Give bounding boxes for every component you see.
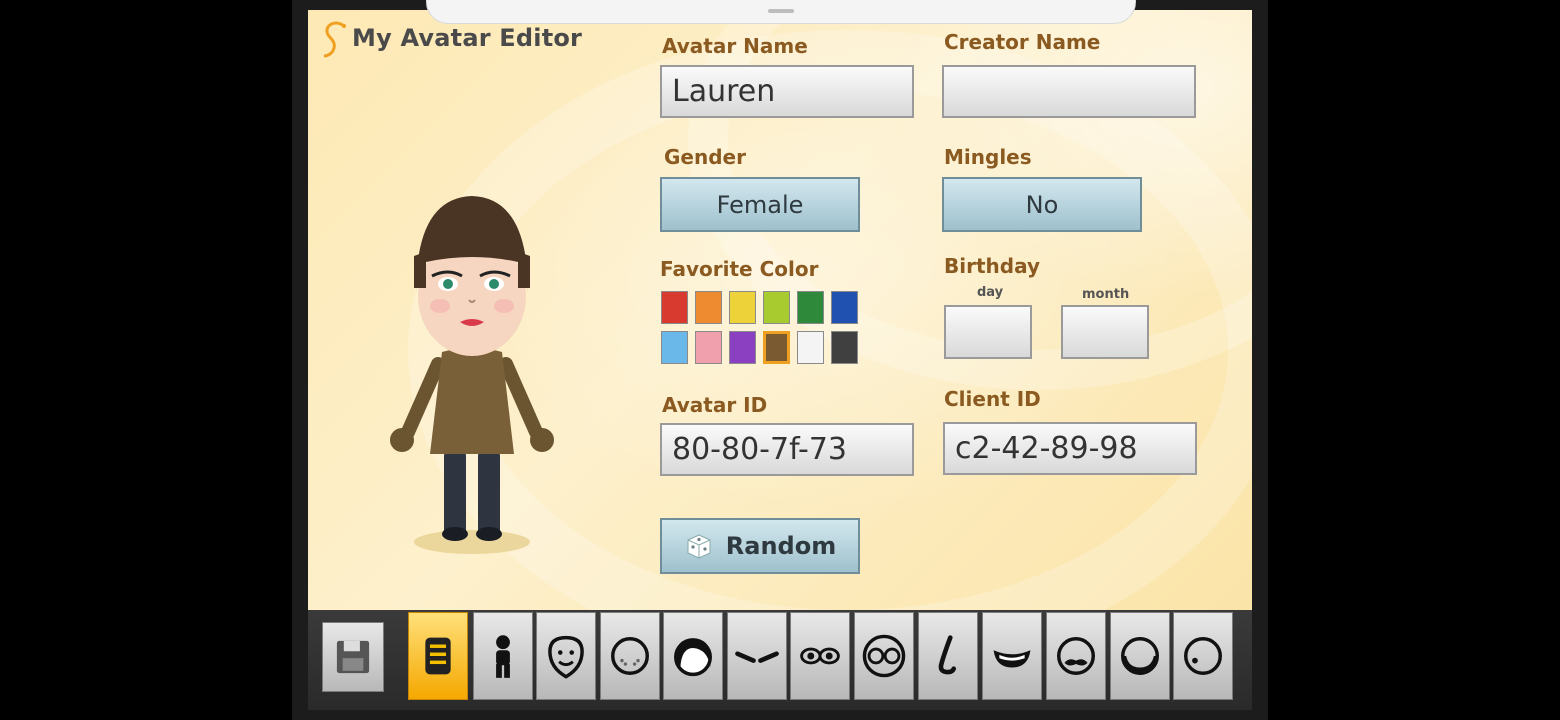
toolbar-tab-general-info[interactable] (408, 612, 468, 700)
creator-name-label: Creator Name (944, 30, 1101, 54)
color-swatch[interactable] (661, 291, 688, 324)
toolbar-tab-eyebrows[interactable] (727, 612, 787, 700)
beard-icon (1121, 637, 1159, 675)
logo-icon (323, 21, 346, 58)
toolbar-tab-glasses[interactable] (854, 612, 914, 700)
birthday-day-input[interactable] (944, 305, 1032, 359)
glasses-icon (862, 634, 906, 678)
toolbar-tab-eyes[interactable] (790, 612, 850, 700)
gender-toggle[interactable]: Female (660, 177, 860, 232)
eyebrows-icon (735, 651, 779, 663)
color-swatch[interactable] (763, 291, 790, 324)
face-shape-icon (548, 635, 584, 679)
color-swatch[interactable] (695, 331, 722, 364)
avatar-id-field[interactable]: 80-80-7f-73 (660, 423, 914, 476)
avatar-name-input[interactable]: Lauren (660, 65, 914, 118)
app-title-text: My Avatar Editor (352, 24, 583, 52)
toolbar-tab-hair[interactable] (663, 612, 723, 700)
gender-label: Gender (664, 145, 746, 169)
birthday-label: Birthday (944, 254, 1040, 278)
birthday-month-label: month (1082, 287, 1130, 302)
general-info-icon (425, 637, 451, 675)
color-swatch[interactable] (763, 331, 790, 364)
client-id-field[interactable]: c2-42-89-98 (943, 422, 1197, 475)
grip-icon (768, 9, 794, 13)
toolbar-tab-mole[interactable] (1173, 612, 1233, 700)
mingles-label: Mingles (944, 145, 1032, 169)
toolbar-tab-save[interactable] (322, 622, 384, 692)
app-title: My Avatar Editor (322, 18, 582, 58)
avatar-id-label: Avatar ID (662, 393, 768, 417)
mingles-toggle[interactable]: No (942, 177, 1142, 232)
toolbar-tab-beard[interactable] (1110, 612, 1170, 700)
color-swatch[interactable] (797, 331, 824, 364)
color-swatch[interactable] (831, 291, 858, 324)
toolbar-tab-mouth[interactable] (982, 612, 1042, 700)
dice-icon (687, 534, 711, 559)
toolbar-tab-body[interactable] (473, 612, 533, 700)
toolbar-tab-face-shape[interactable] (536, 612, 596, 700)
save-icon (336, 640, 370, 674)
favorite-color-label: Favorite Color (660, 257, 819, 281)
hair-icon (674, 638, 712, 677)
color-swatch[interactable] (797, 291, 824, 324)
mole-icon (1184, 637, 1222, 675)
mouth-icon (993, 650, 1031, 668)
color-swatch[interactable] (661, 331, 688, 364)
random-button[interactable]: Random (660, 518, 860, 574)
mustache-icon (1057, 637, 1095, 675)
toolbar-tab-nose[interactable] (918, 612, 978, 700)
birthday-day-label: day (977, 285, 1004, 300)
toolbar-tab-mustache[interactable] (1046, 612, 1106, 700)
eyes-icon (800, 647, 840, 665)
random-button-label: Random (725, 532, 837, 560)
color-swatch[interactable] (695, 291, 722, 324)
avatar-name-label: Avatar Name (662, 34, 808, 58)
color-swatch[interactable] (729, 331, 756, 364)
toolbar-tab-face-features[interactable] (600, 612, 660, 700)
birthday-month-input[interactable] (1061, 305, 1149, 359)
avatar-preview[interactable] (386, 196, 558, 558)
color-swatch[interactable] (831, 331, 858, 364)
body-icon (496, 635, 510, 678)
creator-name-input[interactable] (942, 65, 1196, 118)
face-features-icon (611, 637, 649, 675)
nose-icon (938, 635, 957, 675)
color-swatch[interactable] (729, 291, 756, 324)
client-id-label: Client ID (944, 387, 1041, 411)
